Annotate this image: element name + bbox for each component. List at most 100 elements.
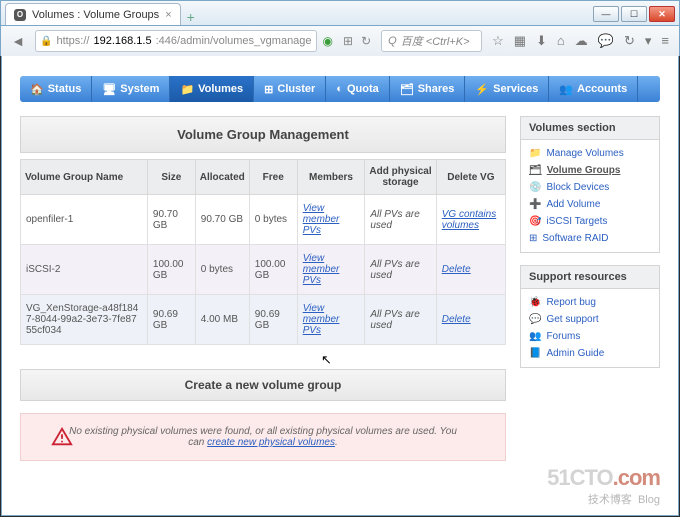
- home-icon[interactable]: ⌂: [557, 33, 565, 49]
- minimize-button[interactable]: —: [593, 6, 619, 22]
- volumes-item[interactable]: 🎯iSCSI Targets: [529, 213, 651, 230]
- download-icon[interactable]: ⬇: [536, 33, 547, 49]
- support-item[interactable]: 📘Admin Guide: [529, 345, 651, 362]
- url-input[interactable]: 🔒 https://192.168.1.5:446/admin/volumes_…: [35, 30, 317, 52]
- nav-shares[interactable]: 🗂Shares: [390, 76, 466, 102]
- search-placeholder: 百度 <Ctrl+K>: [401, 33, 470, 49]
- side-icon: 🐞: [529, 297, 541, 308]
- vg-name: openfiler-1: [21, 195, 148, 245]
- volumes-item[interactable]: ⊞Software RAID: [529, 230, 651, 247]
- view-members-link[interactable]: View member PVs: [303, 253, 340, 286]
- table-row: openfiler-190.70 GB90.70 GB0 bytesView m…: [21, 195, 506, 245]
- volumes-item[interactable]: 🗂Volume Groups: [529, 162, 651, 179]
- support-item[interactable]: 👥Forums: [529, 328, 651, 345]
- quota-icon: ◐: [336, 83, 343, 95]
- side-icon: 📘: [529, 348, 541, 359]
- search-input[interactable]: Q 百度 <Ctrl+K>: [381, 30, 482, 52]
- volumes-item[interactable]: ➕Add Volume: [529, 196, 651, 213]
- cloud-icon[interactable]: ☁: [575, 33, 588, 49]
- side-icon: 🎯: [529, 216, 541, 227]
- side-icon: ➕: [529, 199, 541, 210]
- cluster-icon: ⊞: [264, 83, 273, 96]
- col-header: Size: [147, 160, 195, 195]
- ext-icon[interactable]: ▾: [645, 33, 652, 49]
- services-icon: ⚡: [475, 83, 489, 96]
- delete-vg-link[interactable]: Delete: [442, 264, 471, 275]
- vg-free: 0 bytes: [249, 195, 297, 245]
- nav-quota[interactable]: ◐Quota: [326, 76, 389, 102]
- refresh-icon[interactable]: ↻: [361, 34, 371, 48]
- vg-name: iSCSI-2: [21, 245, 148, 295]
- volumes-section-panel: Volumes section 📁Manage Volumes🗂Volume G…: [520, 116, 660, 253]
- view-members-link[interactable]: View member PVs: [303, 303, 340, 336]
- delete-vg-link[interactable]: Delete: [442, 314, 471, 325]
- new-tab-button[interactable]: +: [181, 9, 201, 25]
- star-icon[interactable]: ☆: [492, 33, 504, 49]
- nav-accounts[interactable]: 👥Accounts: [549, 76, 638, 102]
- volumes-item[interactable]: 📁Manage Volumes: [529, 145, 651, 162]
- add-storage-cell: All PVs are used: [365, 195, 436, 245]
- vg-size: 100.00 GB: [147, 245, 195, 295]
- add-storage-cell: All PVs are used: [365, 245, 436, 295]
- col-header: Members: [297, 160, 365, 195]
- close-window-button[interactable]: ✕: [649, 6, 675, 22]
- search-engine-icon: Q: [388, 35, 397, 47]
- chat-icon[interactable]: 💬: [598, 33, 614, 49]
- support-item[interactable]: 🐞Report bug: [529, 294, 651, 311]
- reload-icon[interactable]: ↻: [624, 33, 635, 49]
- volumes-icon: 📁: [180, 83, 194, 96]
- shares-icon: 🗂: [400, 83, 414, 96]
- warning-icon: [51, 426, 73, 448]
- browser-tab[interactable]: O Volumes : Volume Groups ×: [5, 3, 181, 25]
- page-title: Volume Group Management: [20, 116, 506, 153]
- vg-name: VG_XenStorage-a48f1847-8044-99a2-3e73-7f…: [21, 295, 148, 345]
- vg-alloc: 0 bytes: [195, 245, 249, 295]
- vg-free: 100.00 GB: [249, 245, 297, 295]
- col-header: Volume Group Name: [21, 160, 148, 195]
- side-icon: 💬: [529, 314, 541, 325]
- close-tab-icon[interactable]: ×: [165, 9, 171, 21]
- nav-cluster[interactable]: ⊞Cluster: [254, 76, 326, 102]
- vg-free: 90.69 GB: [249, 295, 297, 345]
- menu-icon[interactable]: ≡: [661, 33, 669, 49]
- shield-icon[interactable]: ◉: [323, 34, 333, 48]
- main-nav: 🏠Status🖥System📁Volumes⊞Cluster◐Quota🗂Sha…: [20, 76, 660, 102]
- vg-alloc: 90.70 GB: [195, 195, 249, 245]
- grid-icon[interactable]: ⊞: [343, 34, 353, 48]
- nav-services[interactable]: ⚡Services: [465, 76, 549, 102]
- maximize-button[interactable]: ☐: [621, 6, 647, 22]
- support-item[interactable]: 💬Get support: [529, 311, 651, 328]
- support-section-title: Support resources: [521, 266, 659, 289]
- page-viewport: 🏠Status🖥System📁Volumes⊞Cluster◐Quota🗂Sha…: [1, 56, 679, 516]
- volumes-section-title: Volumes section: [521, 117, 659, 140]
- back-button[interactable]: ◄: [7, 30, 29, 52]
- view-members-link[interactable]: View member PVs: [303, 203, 340, 236]
- watermark: 51CTO.com 技术博客 Blog: [547, 465, 660, 507]
- volume-group-table: Volume Group NameSizeAllocatedFreeMember…: [20, 159, 506, 345]
- tab-title: Volumes : Volume Groups: [32, 9, 159, 21]
- table-row: VG_XenStorage-a48f1847-8044-99a2-3e73-7f…: [21, 295, 506, 345]
- volumes-item[interactable]: 💿Block Devices: [529, 179, 651, 196]
- col-header: Allocated: [195, 160, 249, 195]
- side-icon: 💿: [529, 182, 541, 193]
- side-icon: 🗂: [529, 165, 542, 176]
- side-icon: 👥: [529, 331, 541, 342]
- vg-size: 90.70 GB: [147, 195, 195, 245]
- table-row: iSCSI-2100.00 GB0 bytes100.00 GBView mem…: [21, 245, 506, 295]
- vg-alloc: 4.00 MB: [195, 295, 249, 345]
- accounts-icon: 👥: [559, 83, 573, 96]
- nav-volumes[interactable]: 📁Volumes: [170, 76, 254, 102]
- col-header: Delete VG: [436, 160, 505, 195]
- system-icon: 🖥: [102, 83, 116, 96]
- nav-system[interactable]: 🖥System: [92, 76, 170, 102]
- create-vg-title: Create a new volume group: [20, 369, 506, 401]
- support-section-panel: Support resources 🐞Report bug💬Get suppor…: [520, 265, 660, 368]
- nav-status[interactable]: 🏠Status: [20, 76, 92, 102]
- tab-favicon: O: [14, 9, 26, 21]
- status-icon: 🏠: [30, 83, 44, 96]
- feed-icon[interactable]: ▦: [514, 33, 526, 49]
- create-pv-link[interactable]: create new physical volumes: [207, 437, 335, 448]
- delete-vg-link[interactable]: VG contains volumes: [442, 209, 496, 231]
- side-icon: ⊞: [529, 233, 537, 244]
- browser-titlebar: O Volumes : Volume Groups × + — ☐ ✕: [0, 0, 680, 26]
